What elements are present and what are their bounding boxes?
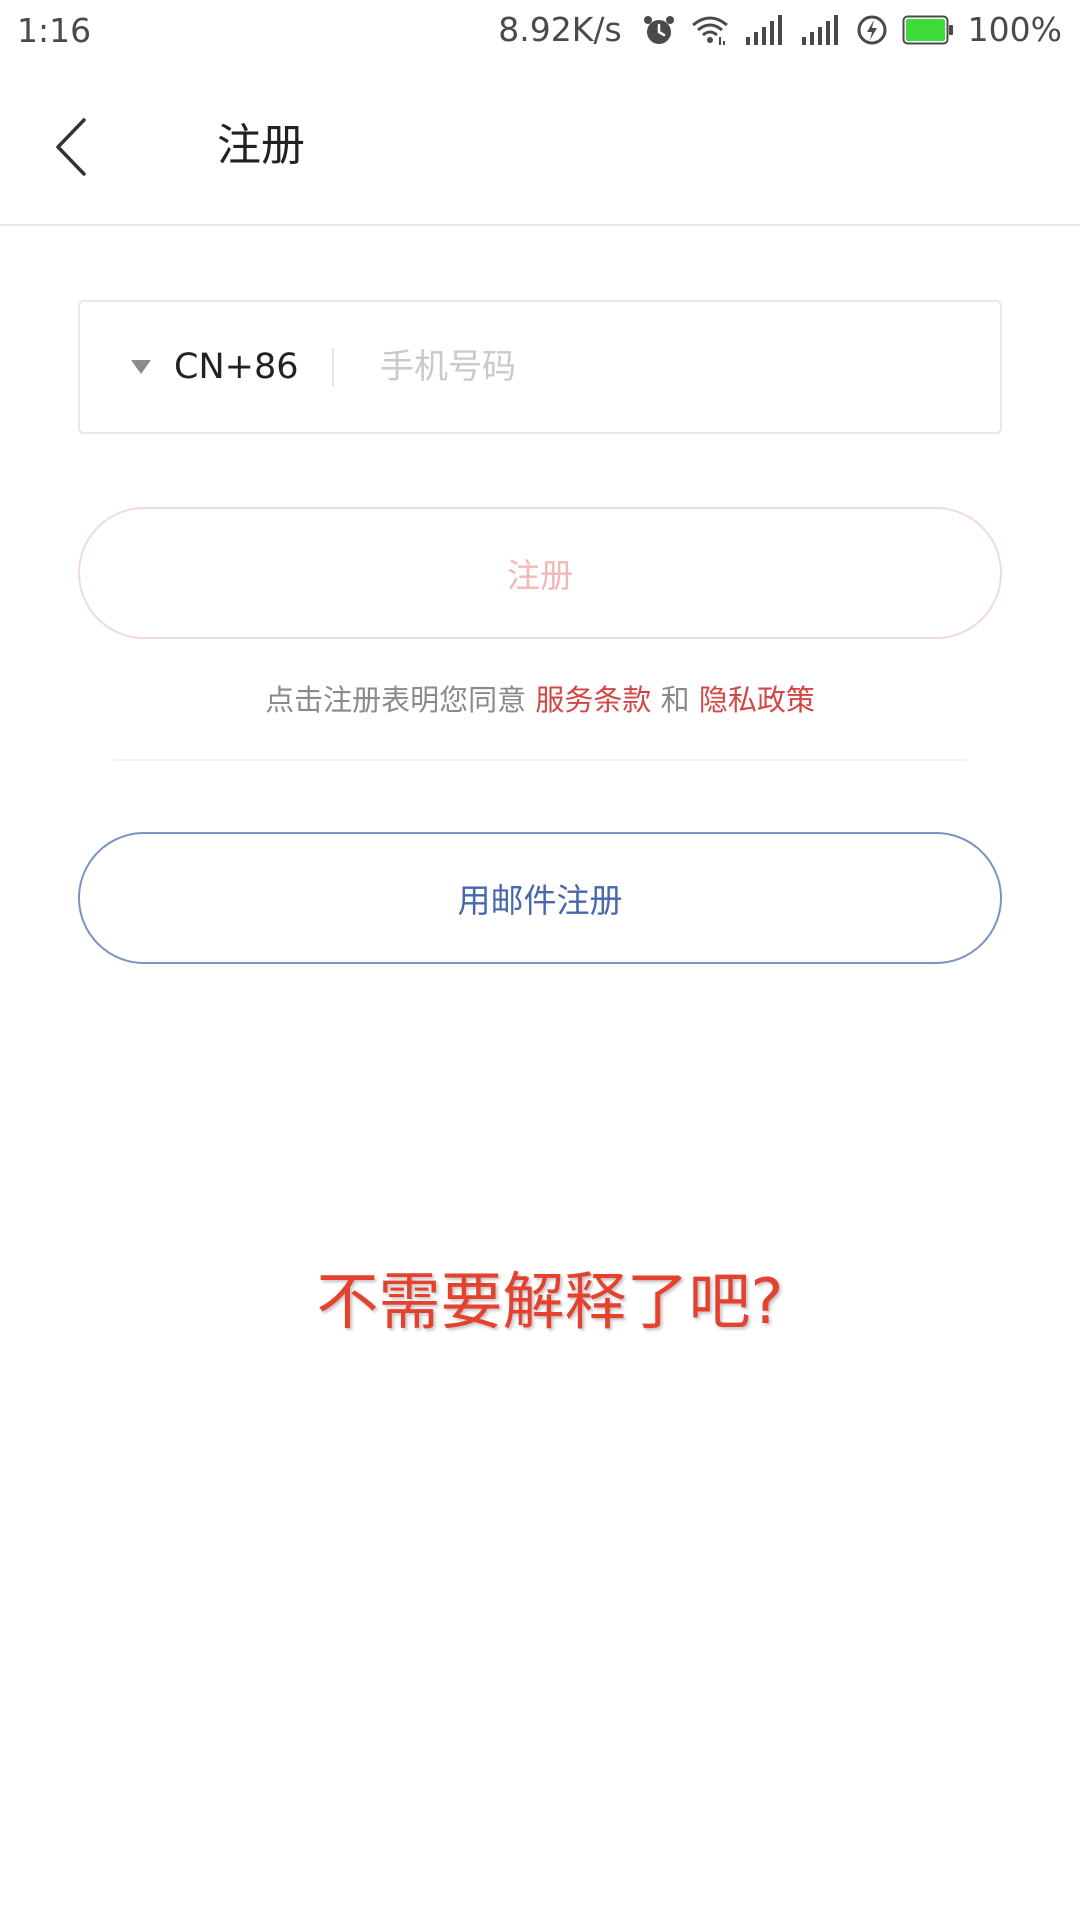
signal-icon [800, 15, 842, 45]
wifi-icon [690, 13, 730, 47]
back-button[interactable] [44, 112, 100, 182]
picker-divider [332, 348, 334, 386]
battery-percent: 100% [967, 10, 1062, 49]
email-register-button[interactable]: 用邮件注册 [78, 832, 1002, 964]
net-speed: 8.92K/s [498, 10, 622, 49]
battery-icon [902, 15, 954, 45]
phone-input-group: CN+86 [78, 300, 1002, 434]
divider [114, 759, 966, 761]
status-time: 1:16 [17, 11, 92, 50]
country-code: CN+86 [174, 347, 299, 387]
chevron-left-icon [56, 118, 86, 176]
alarm-icon [642, 13, 676, 47]
app-bar: 注册 [0, 62, 1080, 226]
status-bar: 1:16 8.92K/s 100% [0, 0, 1080, 62]
terms-of-service-link[interactable]: 服务条款 [535, 683, 651, 717]
signal-icon [744, 15, 786, 45]
country-code-picker[interactable]: CN+86 [130, 302, 298, 432]
agreement-text: 点击注册表明您同意 服务条款 和 隐私政策 [0, 678, 1080, 722]
register-screen: 1:16 8.92K/s 100% 注册 CN+86 手机号码 注册 点击注册表… [0, 0, 1080, 1920]
phone-number-input[interactable] [380, 332, 940, 402]
overlay-caption: 不需要解释了吧? [316, 1265, 784, 1338]
status-icons: 8.92K/s 100% [498, 10, 1062, 50]
agreement-conjunction: 和 [660, 683, 690, 717]
register-button[interactable]: 注册 [78, 507, 1002, 639]
privacy-policy-link[interactable]: 隐私政策 [699, 683, 815, 717]
page-title: 注册 [217, 120, 305, 171]
charging-icon [856, 14, 888, 46]
agreement-prefix: 点击注册表明您同意 [265, 683, 527, 717]
caret-down-icon [131, 360, 151, 374]
